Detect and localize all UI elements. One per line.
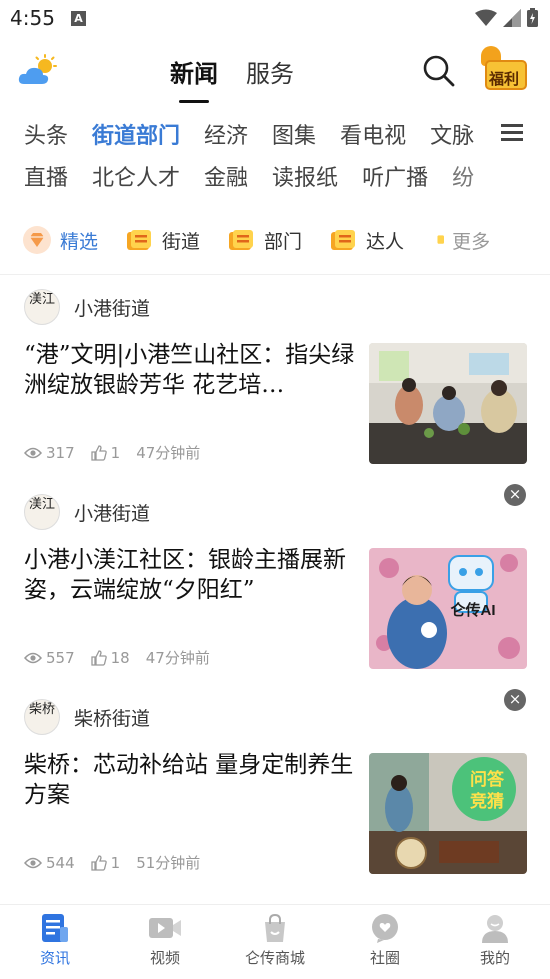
top-tabs: 新闻 服务	[170, 54, 294, 97]
video-icon	[149, 918, 181, 938]
channel-talent[interactable]: 北仑人才	[92, 160, 180, 192]
close-icon[interactable]: ×	[504, 689, 526, 711]
bottom-nav: 资讯 视频 仑传商城 社圈 我的	[0, 904, 550, 979]
nav-community[interactable]: 社圈	[330, 905, 440, 979]
wifi-icon	[475, 9, 497, 26]
channel-culture[interactable]: 文脉	[430, 118, 474, 150]
source-name: 柴桥街道	[74, 707, 151, 730]
channel-tv[interactable]: 看电视	[340, 118, 406, 150]
close-icon[interactable]: ×	[504, 484, 526, 506]
article-meta: 544 1 51分钟前	[24, 852, 200, 873]
channel-economy[interactable]: 经济	[204, 118, 248, 150]
article-item[interactable]: 渼江 小港街道 × 小港小渼江社区：银龄主播展新姿，云端绽放“夕阳红” 557 …	[0, 480, 550, 685]
news-card-icon	[229, 230, 254, 250]
eye-icon	[24, 652, 42, 663]
article-meta: 317 1 47分钟前	[24, 442, 200, 463]
subtab-street[interactable]: 街道	[124, 225, 200, 255]
article-source[interactable]: 柴桥 柴桥街道	[24, 699, 150, 735]
profile-icon	[482, 915, 508, 943]
like-count: 1	[110, 443, 121, 462]
sub-tabs: 精选 街道 部门 达人 更多	[0, 218, 550, 262]
article-thumbnail[interactable]: 仑传AI	[369, 548, 527, 669]
search-icon[interactable]	[422, 54, 456, 88]
subtab-talent[interactable]: 达人	[328, 225, 404, 255]
source-name: 小港街道	[74, 297, 151, 320]
nav-video[interactable]: 视频	[110, 905, 220, 979]
publish-time: 47分钟前	[136, 444, 201, 462]
article-thumbnail[interactable]	[369, 343, 527, 464]
tab-news[interactable]: 新闻	[170, 54, 218, 97]
article-meta: 557 18 47分钟前	[24, 647, 210, 668]
channel-newspaper[interactable]: 读报纸	[272, 160, 338, 192]
article-source[interactable]: 渼江 小港街道	[24, 494, 150, 530]
publish-time: 51分钟前	[136, 854, 201, 872]
article-source[interactable]: 渼江 小港街道	[24, 289, 150, 325]
like-count: 1	[110, 853, 121, 872]
welfare-button[interactable]: 福利	[481, 46, 529, 92]
eye-icon	[24, 857, 42, 868]
subtab-featured[interactable]: 精选	[22, 225, 98, 255]
battery-icon	[527, 8, 538, 27]
eye-icon	[24, 447, 42, 458]
source-avatar: 柴桥	[24, 699, 60, 735]
channel-finance[interactable]: 金融	[204, 160, 248, 192]
nav-shop[interactable]: 仑传商城	[220, 905, 330, 979]
notification-a-icon: A	[71, 11, 86, 26]
status-bar: 4:55 A	[0, 0, 550, 38]
subtab-department[interactable]: 部门	[226, 225, 302, 255]
like-count: 18	[110, 648, 130, 667]
view-count: 557	[46, 648, 75, 667]
article-title[interactable]: 小港小渼江社区：银龄主播展新姿，云端绽放“夕阳红”	[24, 545, 356, 605]
publish-time: 47分钟前	[145, 649, 210, 667]
thumbs-up-icon[interactable]	[90, 854, 107, 871]
article-title[interactable]: 柴桥：芯动补给站 量身定制养生方案	[24, 750, 356, 810]
article-item[interactable]: 柴桥 柴桥街道 × 柴桥：芯动补给站 量身定制养生方案 544 1 51分钟前 …	[0, 685, 550, 890]
status-time: 4:55	[10, 6, 55, 30]
source-avatar: 渼江	[24, 494, 60, 530]
article-thumbnail[interactable]: 问答 竞猜	[369, 753, 527, 874]
thumbnail-caption: 竞猜	[470, 791, 504, 811]
shop-bag-icon	[265, 913, 285, 942]
top-nav: 新闻 服务 福利	[0, 38, 550, 102]
thumbs-up-icon[interactable]	[90, 444, 107, 461]
channel-live[interactable]: 直播	[24, 160, 68, 192]
channel-headlines[interactable]: 头条	[24, 118, 68, 150]
thumbnail-caption: 仑传AI	[450, 601, 495, 619]
news-card-icon	[437, 235, 445, 244]
system-icons	[475, 8, 538, 27]
nav-news[interactable]: 资讯	[0, 905, 110, 979]
weather-icon[interactable]	[18, 54, 58, 88]
source-name: 小港街道	[74, 502, 151, 525]
news-card-icon	[127, 230, 152, 250]
news-icon	[42, 914, 68, 942]
signal-icon	[503, 8, 521, 27]
thumbnail-caption: 问答	[470, 769, 505, 789]
channel-street-dept[interactable]: 街道部门	[92, 118, 180, 150]
subtab-more[interactable]: 更多	[430, 225, 490, 255]
channel-menu-icon[interactable]	[494, 120, 530, 148]
welfare-label: 福利	[489, 70, 520, 88]
view-count: 544	[46, 853, 75, 872]
channel-gallery[interactable]: 图集	[272, 118, 316, 150]
channel-radio[interactable]: 听广播	[362, 160, 428, 192]
source-avatar: 渼江	[24, 289, 60, 325]
nav-profile[interactable]: 我的	[440, 905, 550, 979]
channel-list: 头条 街道部门 经济 图集 看电视 文脉 直播 北仑人才 金融 读报纸 听广播 …	[0, 112, 550, 202]
article-item[interactable]: 渼江 小港街道 “港”文明|小港竺山社区：指尖绿洲绽放银龄芳华 花艺培… 317…	[0, 275, 550, 480]
community-icon	[372, 914, 398, 943]
news-card-icon	[331, 230, 356, 250]
article-title[interactable]: “港”文明|小港竺山社区：指尖绿洲绽放银龄芳华 花艺培…	[24, 340, 356, 400]
view-count: 317	[46, 443, 75, 462]
thumbs-up-icon[interactable]	[90, 649, 107, 666]
tab-services[interactable]: 服务	[246, 54, 294, 97]
diamond-icon	[23, 226, 51, 254]
